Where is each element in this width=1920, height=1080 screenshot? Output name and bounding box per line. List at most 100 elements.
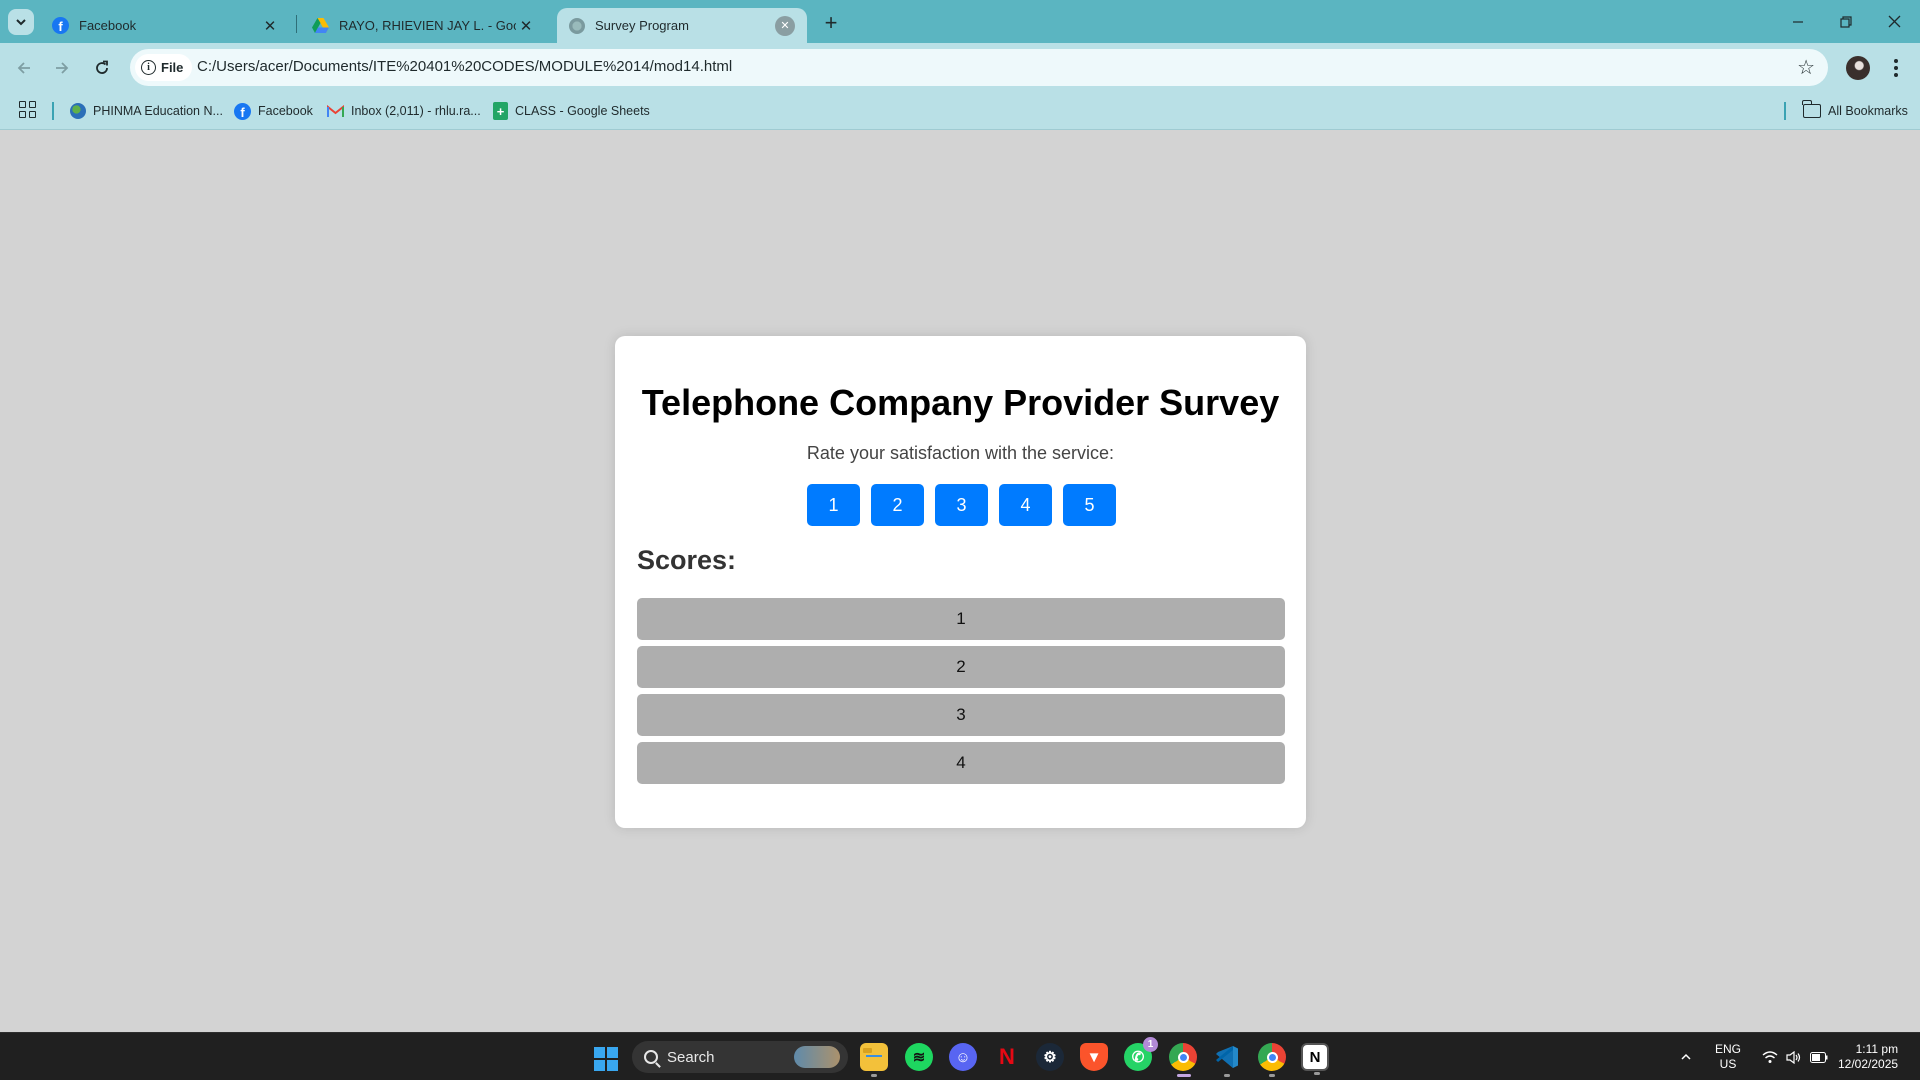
facebook-icon: f bbox=[52, 17, 69, 34]
bookmark-label: Facebook bbox=[258, 104, 313, 118]
search-icon bbox=[644, 1050, 658, 1064]
restore-icon[interactable] bbox=[1822, 0, 1870, 43]
bookmarks-bar: PHINMA Education N... f Facebook Inbox (… bbox=[0, 93, 1920, 130]
bookmark-label: Inbox (2,011) - rhlu.ra... bbox=[351, 104, 481, 118]
region-label: US bbox=[1719, 1057, 1737, 1071]
globe-icon bbox=[569, 17, 585, 34]
reload-icon[interactable] bbox=[88, 54, 116, 82]
close-icon[interactable]: ✕ bbox=[516, 16, 536, 36]
score-item: 1 bbox=[637, 598, 1285, 640]
chrome-profile-icon[interactable] bbox=[1258, 1043, 1286, 1077]
info-icon: i bbox=[141, 60, 156, 75]
chevron-up-icon bbox=[1681, 1053, 1691, 1060]
steam-icon[interactable]: ⚙ bbox=[1036, 1043, 1064, 1071]
clock-time: 1:11 pm bbox=[1855, 1042, 1899, 1056]
running-indicator bbox=[1314, 1072, 1320, 1075]
bookmark-star-icon[interactable]: ☆ bbox=[1797, 55, 1815, 80]
scores-list: 1 2 3 4 bbox=[637, 598, 1285, 790]
running-indicator bbox=[871, 1074, 877, 1077]
battery-icon bbox=[1810, 1051, 1828, 1063]
file-explorer-icon[interactable] bbox=[860, 1043, 888, 1077]
tab-title: Survey Program bbox=[595, 18, 689, 33]
more-menu-icon[interactable] bbox=[1886, 54, 1906, 82]
rating-button-5[interactable]: 5 bbox=[1063, 484, 1116, 526]
notion-icon[interactable]: N bbox=[1301, 1043, 1329, 1075]
language-indicator[interactable]: ENG US bbox=[1715, 1033, 1741, 1080]
clock[interactable]: 1:11 pm 12/02/2025 bbox=[1838, 1033, 1898, 1080]
bookmark-facebook[interactable]: f Facebook bbox=[234, 100, 313, 122]
clock-date: 12/02/2025 bbox=[1838, 1057, 1899, 1071]
all-bookmarks-button[interactable]: All Bookmarks bbox=[1802, 100, 1908, 122]
score-item: 4 bbox=[637, 742, 1285, 784]
netflix-icon[interactable]: N bbox=[993, 1043, 1021, 1071]
bookmark-class-sheets[interactable]: + CLASS - Google Sheets bbox=[493, 100, 650, 122]
running-indicator bbox=[1177, 1074, 1191, 1077]
bookmark-label: PHINMA Education N... bbox=[93, 104, 223, 118]
profile-avatar[interactable] bbox=[1846, 56, 1870, 80]
bookmarks-divider bbox=[1784, 102, 1786, 120]
tab-title: Facebook bbox=[79, 18, 137, 33]
vscode-icon[interactable] bbox=[1213, 1043, 1241, 1077]
bookmark-label: CLASS - Google Sheets bbox=[515, 104, 650, 118]
volume-icon bbox=[1786, 1050, 1801, 1064]
notification-badge: 1 bbox=[1143, 1037, 1158, 1052]
spotify-icon[interactable]: ≋ bbox=[905, 1043, 933, 1071]
minimize-icon[interactable] bbox=[1774, 0, 1822, 43]
tab-survey-program[interactable]: Survey Program ✕ bbox=[557, 8, 807, 43]
windows-start-icon[interactable] bbox=[594, 1047, 618, 1071]
search-highlight-image bbox=[794, 1046, 840, 1068]
scores-heading: Scores: bbox=[637, 545, 737, 575]
forward-arrow-icon[interactable] bbox=[48, 54, 76, 82]
sheets-icon: + bbox=[493, 102, 508, 120]
tab-divider bbox=[296, 15, 297, 33]
page-viewport: Telephone Company Provider Survey Rate y… bbox=[0, 131, 1920, 1032]
close-icon[interactable]: ✕ bbox=[775, 15, 795, 36]
globe-icon bbox=[70, 103, 86, 119]
rating-button-1[interactable]: 1 bbox=[807, 484, 860, 526]
tab-search-button[interactable] bbox=[8, 9, 34, 35]
tab-facebook[interactable]: f Facebook ✕ bbox=[40, 8, 292, 43]
facebook-icon: f bbox=[234, 102, 251, 120]
rating-button-3[interactable]: 3 bbox=[935, 484, 988, 526]
system-status-group[interactable] bbox=[1762, 1033, 1828, 1080]
url-text[interactable]: C:/Users/acer/Documents/ITE%20401%20CODE… bbox=[197, 58, 732, 75]
rating-button-4[interactable]: 4 bbox=[999, 484, 1052, 526]
show-hidden-icons[interactable] bbox=[1680, 1033, 1692, 1080]
google-drive-icon bbox=[312, 18, 329, 33]
survey-title: Telephone Company Provider Survey bbox=[641, 382, 1280, 423]
tab-title: RAYO, RHIEVIEN JAY L. - Google D bbox=[339, 18, 516, 33]
discord-icon[interactable]: ☺ bbox=[949, 1043, 977, 1071]
chrome-icon[interactable] bbox=[1169, 1043, 1197, 1077]
bookmarks-divider bbox=[52, 102, 54, 120]
survey-card: Telephone Company Provider Survey Rate y… bbox=[615, 336, 1306, 828]
site-chip-label: File bbox=[161, 60, 184, 75]
rating-buttons: 1 2 3 4 5 bbox=[807, 484, 1116, 526]
all-bookmarks-label: All Bookmarks bbox=[1828, 104, 1908, 118]
new-tab-plus-icon[interactable]: + bbox=[818, 10, 844, 36]
tab-strip: f Facebook ✕ RAYO, RHIEVIEN JAY L. - Goo… bbox=[0, 0, 1920, 43]
search-placeholder: Search bbox=[667, 1048, 715, 1066]
score-item: 3 bbox=[637, 694, 1285, 736]
score-item: 2 bbox=[637, 646, 1285, 688]
windows-taskbar: Search ≋ ☺ N ⚙ ▼ ✆ 1 N ENG US 1:11 pm 12… bbox=[0, 1032, 1920, 1080]
bookmark-phinma[interactable]: PHINMA Education N... bbox=[70, 100, 223, 122]
tab-google-drive[interactable]: RAYO, RHIEVIEN JAY L. - Google D ✕ bbox=[300, 8, 548, 43]
survey-prompt: Rate your satisfaction with the service: bbox=[806, 443, 1115, 463]
rating-button-2[interactable]: 2 bbox=[871, 484, 924, 526]
whatsapp-icon[interactable]: ✆ 1 bbox=[1124, 1037, 1158, 1071]
site-info-chip[interactable]: i File bbox=[135, 54, 193, 81]
brave-icon[interactable]: ▼ bbox=[1080, 1043, 1108, 1071]
wifi-icon bbox=[1762, 1050, 1778, 1063]
address-bar[interactable]: i File C:/Users/acer/Documents/ITE%20401… bbox=[130, 49, 1828, 86]
bookmark-gmail[interactable]: Inbox (2,011) - rhlu.ra... bbox=[327, 100, 481, 122]
folder-icon bbox=[1802, 100, 1821, 118]
gmail-icon bbox=[327, 104, 344, 117]
browser-toolbar: i File C:/Users/acer/Documents/ITE%20401… bbox=[0, 43, 1920, 93]
apps-grid-icon[interactable] bbox=[19, 101, 36, 118]
running-indicator bbox=[1224, 1074, 1230, 1077]
back-arrow-icon[interactable] bbox=[10, 54, 38, 82]
close-window-icon[interactable] bbox=[1870, 0, 1918, 43]
taskbar-search[interactable]: Search bbox=[632, 1041, 848, 1073]
language-label: ENG bbox=[1715, 1042, 1742, 1056]
close-icon[interactable]: ✕ bbox=[260, 16, 280, 36]
